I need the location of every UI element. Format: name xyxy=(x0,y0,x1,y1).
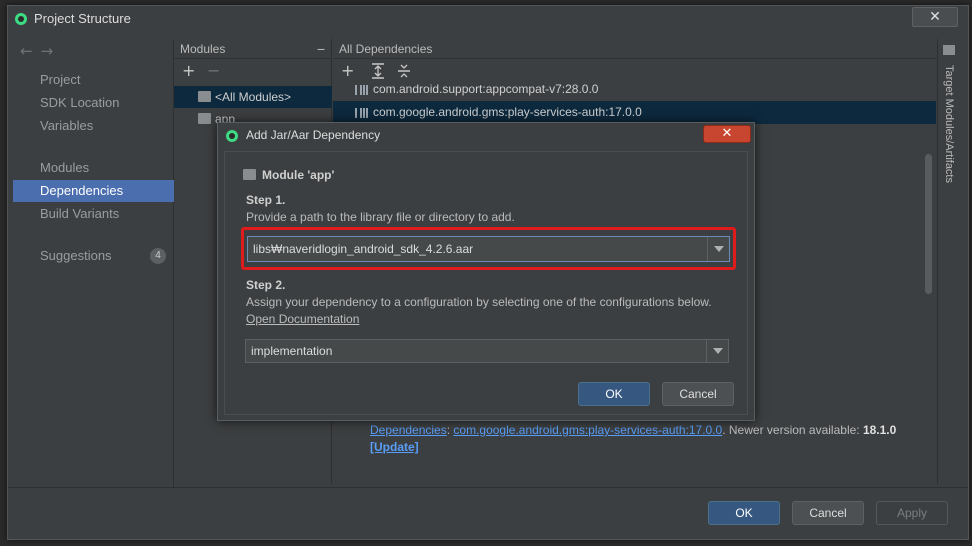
apply-button[interactable]: Apply xyxy=(876,501,948,525)
configuration-combobox[interactable]: implementation xyxy=(245,339,729,363)
right-tool-strip: Target Modules/Artifacts xyxy=(937,39,961,484)
dependencies-link[interactable]: Dependencies xyxy=(370,423,447,437)
dialog-title: Add Jar/Aar Dependency xyxy=(246,128,381,142)
cancel-button[interactable]: Cancel xyxy=(792,501,864,525)
chevron-down-icon xyxy=(713,348,723,354)
dependency-info-link[interactable]: com.google.android.gms:play-services-aut… xyxy=(453,423,722,437)
dialog-close-button[interactable]: ✕ xyxy=(703,125,751,143)
window-title: Project Structure xyxy=(34,11,131,26)
step2-description: Assign your dependency to a configuratio… xyxy=(246,295,712,309)
module-row-all[interactable]: <All Modules> xyxy=(174,86,332,108)
chevron-down-icon xyxy=(714,246,724,252)
newer-version-text: . Newer version available: xyxy=(722,423,863,437)
configuration-value: implementation xyxy=(251,344,333,358)
suggestions-count-badge: 4 xyxy=(150,248,166,264)
update-link[interactable]: [Update] xyxy=(370,440,419,454)
ok-button[interactable]: OK xyxy=(708,501,780,525)
dependencies-scrollbar[interactable] xyxy=(925,154,932,294)
sidebar-item-label: Suggestions xyxy=(40,248,112,263)
library-path-combobox[interactable]: libs₩naveridlogin_android_sdk_4.2.6.aar xyxy=(247,236,730,262)
dependency-row[interactable]: com.android.support:appcompat-v7:28.0.0 xyxy=(333,78,936,101)
back-arrow-icon[interactable]: ← xyxy=(20,42,41,60)
path-highlight-box: libs₩naveridlogin_android_sdk_4.2.6.aar xyxy=(241,227,736,270)
add-dependency-button[interactable]: + xyxy=(341,63,354,79)
module-row-label: <All Modules> xyxy=(215,90,292,104)
dependency-row-selected[interactable]: com.google.android.gms:play-services-aut… xyxy=(333,101,936,124)
bottom-button-bar: OK Cancel Apply xyxy=(8,487,968,539)
minimize-icon[interactable]: − xyxy=(317,39,325,59)
library-path-value: libs₩naveridlogin_android_sdk_4.2.6.aar xyxy=(253,242,474,256)
dialog-body xyxy=(224,151,748,415)
sidebar-item-variables[interactable]: Variables xyxy=(13,115,174,137)
android-studio-icon xyxy=(226,130,238,142)
android-studio-icon xyxy=(15,13,27,25)
open-documentation-link[interactable]: Open Documentation xyxy=(246,312,359,326)
forward-arrow-icon[interactable]: → xyxy=(41,42,62,60)
sidebar-item-suggestions[interactable]: Suggestions 4 xyxy=(13,245,174,267)
modules-header: Modules − xyxy=(174,39,331,59)
configuration-dropdown-button[interactable] xyxy=(706,340,728,362)
newer-version-value: 18.1.0 xyxy=(862,423,897,437)
module-folder-icon xyxy=(198,91,211,102)
collapse-all-icon[interactable] xyxy=(397,63,411,79)
step2-title: Step 2. xyxy=(246,278,286,292)
sidebar-item-dependencies[interactable]: Dependencies xyxy=(13,180,174,202)
library-icon xyxy=(355,108,368,118)
add-jar-aar-dialog: Add Jar/Aar Dependency ✕ Module 'app' St… xyxy=(217,122,755,421)
add-module-button[interactable]: + xyxy=(182,63,195,79)
remove-module-button[interactable]: − xyxy=(207,63,220,79)
sidebar-item-sdk-location[interactable]: SDK Location xyxy=(13,92,174,114)
target-modules-tab[interactable]: Target Modules/Artifacts xyxy=(943,65,955,183)
window-close-button[interactable]: ✕ xyxy=(912,7,958,27)
library-icon xyxy=(355,85,368,95)
dependencies-header: All Dependencies xyxy=(333,39,936,59)
sidebar: ←→ Project SDK Location Variables Module… xyxy=(13,39,174,519)
module-folder-icon xyxy=(198,113,211,124)
module-folder-icon xyxy=(243,169,256,180)
step1-description: Provide a path to the library file or di… xyxy=(246,210,515,224)
dependency-label: com.android.support:appcompat-v7:28.0.0 xyxy=(373,82,599,96)
sidebar-item-modules[interactable]: Modules xyxy=(13,157,174,179)
dependency-label: com.google.android.gms:play-services-aut… xyxy=(373,105,642,119)
step1-title: Step 1. xyxy=(246,193,286,207)
target-modules-icon xyxy=(943,45,955,55)
sidebar-item-build-variants[interactable]: Build Variants xyxy=(13,203,174,225)
sidebar-item-project[interactable]: Project xyxy=(13,69,174,91)
update-line: [Update] xyxy=(370,440,419,454)
dependency-info: Dependencies: com.google.android.gms:pla… xyxy=(370,423,897,437)
expand-all-icon[interactable] xyxy=(371,63,385,79)
path-dropdown-button[interactable] xyxy=(707,237,729,261)
dialog-cancel-button[interactable]: Cancel xyxy=(662,382,734,406)
window-title-bar: Project Structure ✕ xyxy=(8,6,968,32)
dialog-ok-button[interactable]: OK xyxy=(578,382,650,406)
dialog-title-bar: Add Jar/Aar Dependency ✕ xyxy=(218,123,754,149)
modules-header-label: Modules xyxy=(180,42,226,56)
module-label: Module 'app' xyxy=(262,168,335,182)
nav-arrows: ←→ xyxy=(20,42,61,60)
